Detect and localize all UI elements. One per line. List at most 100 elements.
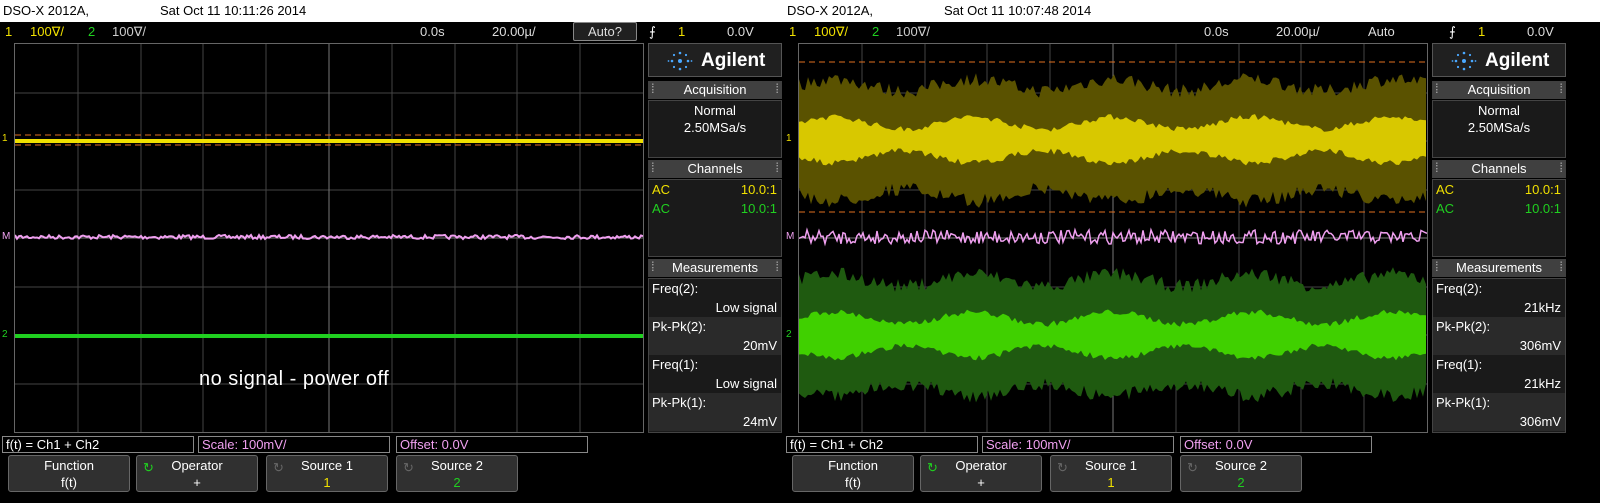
softkey-title: Source 2 (430, 458, 484, 473)
measurement-value: Low signal (649, 298, 781, 317)
measurement-value: Low signal (649, 374, 781, 393)
softkey-source1[interactable]: ↻ Source 1 1 (1050, 455, 1172, 492)
trigger-level[interactable]: 0.0V (1527, 24, 1554, 39)
ch1-scale[interactable]: 100∇/ (814, 24, 848, 40)
measurement-label: Pk-Pk(1): (1433, 393, 1565, 412)
channel-row-1: AC 10.0:1 (1433, 180, 1565, 199)
title-bar: DSO-X 2012A, Sat Oct 11 10:07:48 2014 (784, 0, 1600, 22)
softkey-title: Function (828, 458, 878, 473)
trigger-edge-icon: ⨍ (1449, 24, 1456, 39)
measurement-label: Freq(2): (649, 279, 781, 298)
softkey-value: 1 (323, 475, 331, 490)
meas-pkpk1-label: Pk-Pk(1): (1436, 395, 1491, 410)
softkey-operator[interactable]: ↻ Operator + (920, 455, 1042, 492)
timestamp: Sat Oct 11 10:11:26 2014 (160, 3, 307, 18)
ch1-number[interactable]: 1 (789, 24, 796, 39)
softkey-function[interactable]: Function f(t) (792, 455, 914, 492)
channels-body: AC 10.0:1 AC 10.0:1 (648, 179, 782, 257)
meas-freq2-label: Freq(2): (1436, 281, 1483, 296)
channels-body: AC 10.0:1 AC 10.0:1 (1432, 179, 1566, 257)
softkey-source2[interactable]: ↻ Source 2 2 (396, 455, 518, 492)
softkey-source1[interactable]: ↻ Source 1 1 (266, 455, 388, 492)
ch1-ground-marker[interactable]: 1 (786, 134, 792, 144)
measurement-label: Freq(2): (1433, 279, 1565, 298)
scope-screen-right: DSO-X 2012A, Sat Oct 11 10:07:48 2014 1 … (784, 0, 1600, 503)
waveform-display[interactable] (798, 43, 1428, 433)
softkey-function[interactable]: Function f(t) (8, 455, 130, 492)
meas-freq1-value: 21kHz (1524, 376, 1561, 391)
trigger-channel[interactable]: 1 (678, 24, 685, 39)
timebase[interactable]: 20.00µ/ (492, 24, 536, 39)
channel-row-2: AC 10.0:1 (649, 199, 781, 218)
offset-label: Offset: 0.0V (396, 436, 588, 453)
softkey-operator[interactable]: ↻ Operator + (136, 455, 258, 492)
measurements-header[interactable]: Measurements (648, 259, 782, 277)
acquisition-mode: Normal (1478, 103, 1520, 118)
scope-model: DSO-X 2012A, (3, 3, 89, 18)
acquisition-header[interactable]: Acquisition (1432, 81, 1566, 99)
trigger-channel[interactable]: 1 (1478, 24, 1485, 39)
ch2-number[interactable]: 2 (88, 24, 95, 39)
waveform-display[interactable]: no signal - power off (14, 43, 644, 433)
ch2-number[interactable]: 2 (872, 24, 879, 39)
ch2-probe: 10.0:1 (1524, 201, 1561, 216)
measurements-header[interactable]: Measurements (1432, 259, 1566, 277)
scale-label: Scale: 100mV/ (198, 436, 390, 453)
sample-rate: 2.50MSa/s (1467, 120, 1531, 135)
annotation-text: no signal - power off (199, 368, 390, 390)
softkey-source2[interactable]: ↻ Source 2 2 (1180, 455, 1302, 492)
offset-label: Offset: 0.0V (1180, 436, 1372, 453)
softkey-title: Source 1 (300, 458, 354, 473)
logo-text: Agilent (701, 50, 766, 71)
trigger-mode[interactable]: Auto (1368, 24, 1395, 39)
horizontal-delay[interactable]: 0.0s (1204, 24, 1229, 39)
softkey-value: 1 (1107, 475, 1115, 490)
channels-header[interactable]: Channels (1432, 160, 1566, 178)
softkey-title: Operator (955, 458, 1007, 473)
ch2-scale[interactable]: 100∇/ (112, 24, 146, 40)
trigger-mode[interactable]: Auto? (573, 22, 637, 41)
timebase[interactable]: 20.00µ/ (1276, 24, 1320, 39)
ch2-ground-marker[interactable]: 2 (2, 330, 8, 340)
ch1-scale[interactable]: 100∇/ (30, 24, 64, 40)
meas-freq1-value: Low signal (715, 376, 777, 391)
scale-label: Scale: 100mV/ (982, 436, 1174, 453)
softkey-value: 2 (1237, 475, 1245, 490)
measurements-body: Freq(2): 21kHz Pk-Pk(2): 306mV Freq(1): … (1432, 278, 1566, 433)
status-bar: 1 100∇/ 2 100∇/ 0.0s 20.00µ/ Auto? ⨍ 1 0… (0, 22, 784, 42)
sample-rate: 2.50MSa/s (683, 120, 747, 135)
ch2-ground-marker[interactable]: 2 (786, 330, 792, 340)
ch1-ground-marker[interactable]: 1 (2, 134, 8, 144)
meas-freq1-label: Freq(1): (652, 357, 699, 372)
softkey-title: Function (44, 458, 94, 473)
function-label: f(t) = Ch1 + Ch2 (2, 436, 194, 453)
right-info-panel: Agilent Acquisition Normal 2.50MSa/s Cha… (648, 43, 784, 433)
measurement-value: 21kHz (1433, 374, 1565, 393)
ch2-scale[interactable]: 100∇/ (896, 24, 930, 40)
scope-screen-left: DSO-X 2012A, Sat Oct 11 10:11:26 2014 1 … (0, 0, 784, 503)
trigger-level[interactable]: 0.0V (727, 24, 754, 39)
channels-header[interactable]: Channels (648, 160, 782, 178)
ch2-trace (15, 334, 643, 338)
meas-pkpk1-label: Pk-Pk(1): (652, 395, 707, 410)
ch1-number[interactable]: 1 (5, 24, 12, 39)
ch2-coupling: AC (652, 201, 671, 216)
meas-pkpk2-label: Pk-Pk(2): (1436, 319, 1491, 334)
math-ground-marker[interactable]: M (2, 232, 10, 242)
meas-freq2-value: 21kHz (1524, 300, 1561, 315)
meas-pkpk1-value: 306mV (1519, 414, 1561, 429)
timestamp: Sat Oct 11 10:07:48 2014 (944, 3, 1092, 18)
scope-model: DSO-X 2012A, (787, 3, 873, 18)
math-ground-marker[interactable]: M (786, 232, 794, 242)
softkey-title: Source 2 (1214, 458, 1268, 473)
ch2-probe: 10.0:1 (740, 201, 777, 216)
ch2-coupling: AC (1436, 201, 1455, 216)
acquisition-mode: Normal (694, 103, 736, 118)
graticule-grid (799, 44, 1427, 432)
acquisition-header[interactable]: Acquisition (648, 81, 782, 99)
title-bar: DSO-X 2012A, Sat Oct 11 10:11:26 2014 (0, 0, 784, 22)
meas-pkpk1-value: 24mV (743, 414, 777, 429)
agilent-spark-icon (667, 51, 693, 71)
ch1-probe: 10.0:1 (1524, 182, 1561, 197)
horizontal-delay[interactable]: 0.0s (420, 24, 445, 39)
